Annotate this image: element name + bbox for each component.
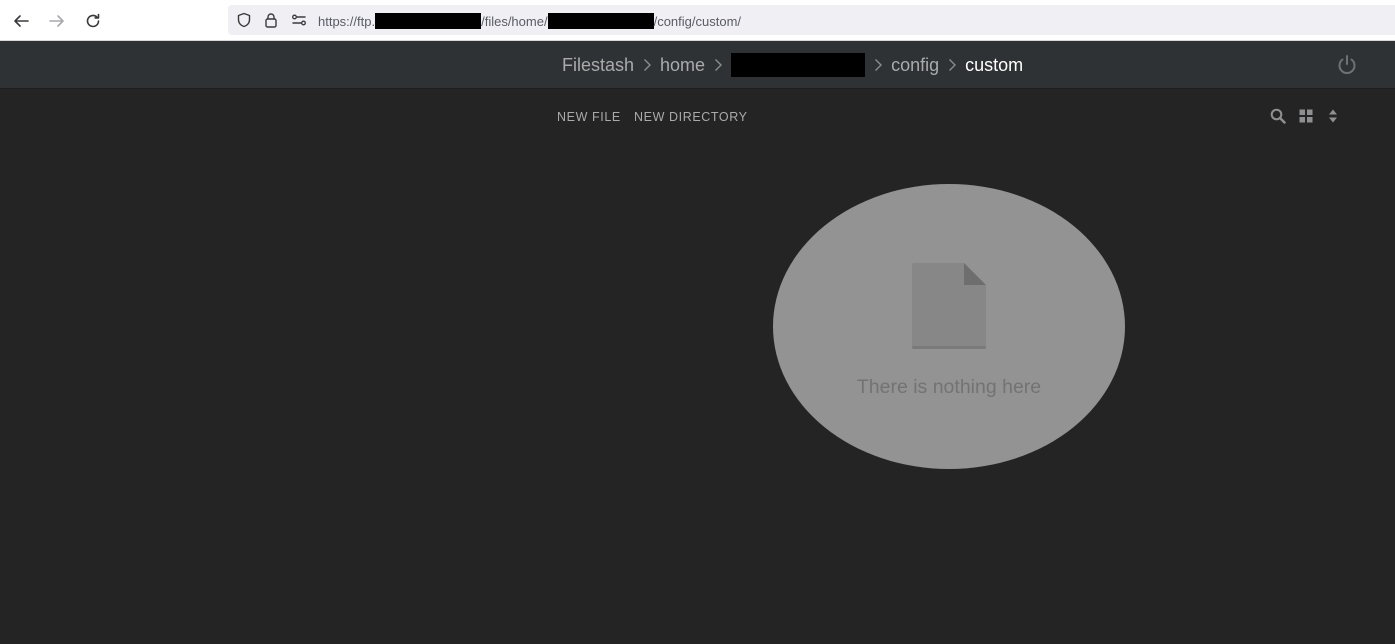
redacted-block [547,13,654,29]
file-icon [912,263,986,349]
sort-icon[interactable] [1324,107,1342,125]
empty-state: There is nothing here [773,184,1125,469]
address-bar[interactable]: https://ftp. /files/home/ /config/custom… [228,5,1395,35]
permissions-icon[interactable] [291,12,307,28]
breadcrumb: Filestash home config custom [562,53,1023,77]
back-button[interactable] [8,8,34,34]
url-prefix: https://ftp. [318,13,376,29]
lock-icon[interactable] [263,12,279,28]
breadcrumb-redacted[interactable] [731,53,866,77]
breadcrumb-root[interactable]: Filestash [562,55,634,76]
url-suffix: /config/custom/ [653,13,742,29]
breadcrumb-current: custom [965,54,1024,75]
breadcrumb-config[interactable]: config [891,55,939,76]
empty-message: There is nothing here [856,376,1042,398]
grid-view-icon[interactable] [1297,107,1315,125]
chevron-right-icon [634,57,660,73]
redacted-block [375,13,482,29]
reload-icon [86,13,100,28]
chevron-right-icon [939,57,965,73]
logout-button[interactable] [1335,53,1359,77]
power-icon [1338,55,1356,74]
reload-button[interactable] [80,8,106,34]
url-text[interactable]: https://ftp. /files/home/ /config/custom… [318,13,741,29]
browser-toolbar: https://ftp. /files/home/ /config/custom… [0,0,1395,41]
search-icon[interactable] [1269,107,1287,125]
shield-icon[interactable] [236,12,252,28]
breadcrumb-home[interactable]: home [660,55,705,76]
forward-button[interactable] [44,8,70,34]
url-middle: /files/home/ [481,13,548,29]
app-header: Filestash home config custom [0,41,1395,89]
forward-arrow-icon [49,15,64,27]
chevron-right-icon [865,57,891,73]
new-file-button[interactable]: NEW FILE [557,110,621,124]
chevron-right-icon [705,57,731,73]
new-directory-button[interactable]: NEW DIRECTORY [634,110,748,124]
back-arrow-icon [14,15,29,27]
